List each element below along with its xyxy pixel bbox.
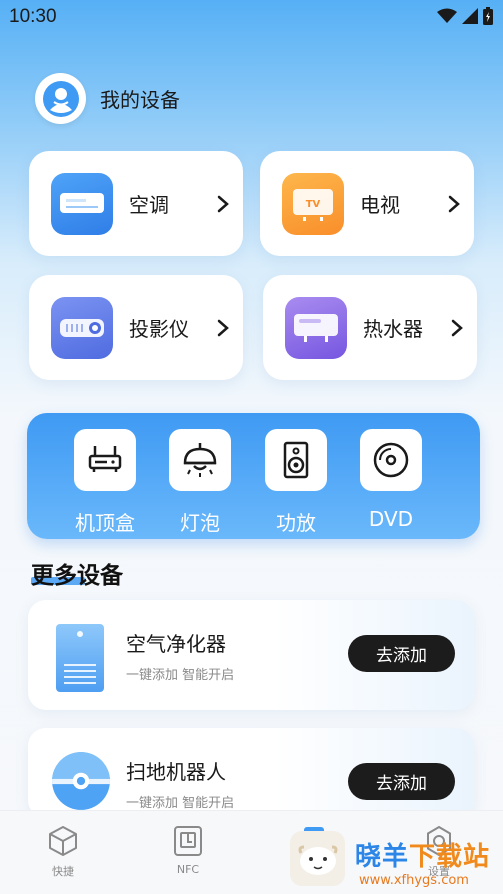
battery-icon	[483, 7, 493, 25]
tab-shortcut[interactable]: 快捷	[23, 825, 103, 879]
device-card-tv[interactable]: TV 电视	[260, 151, 474, 256]
air-conditioner-icon	[51, 172, 113, 235]
chevron-right-icon	[451, 319, 463, 336]
quick-device-label: DVD	[368, 507, 414, 531]
wifi-icon	[437, 8, 457, 23]
watermark-logo	[290, 831, 345, 886]
tv-icon: TV	[282, 172, 344, 235]
quick-device-panel: 机顶盒 灯泡 功放 DVD	[27, 413, 480, 539]
chevron-right-icon	[217, 319, 229, 336]
watermark-title-part1: 晓羊	[355, 842, 410, 872]
more-device-desc: 一键添加 智能开启	[126, 796, 235, 811]
device-label: 空调	[129, 193, 169, 217]
device-label: 电视	[360, 193, 400, 217]
quick-device-set-top-box[interactable]: 机顶盒	[60, 429, 150, 536]
header: 我的设备	[35, 73, 180, 124]
tab-nfc[interactable]: NFC	[148, 825, 228, 876]
robot-vacuum-icon	[52, 752, 110, 810]
watermark-title-part2: 下载站	[409, 842, 491, 872]
more-device-card-air-purifier: 空气净化器 一键添加 智能开启 去添加	[28, 600, 474, 710]
set-top-box-icon	[74, 429, 136, 491]
chevron-right-icon	[448, 195, 460, 212]
device-card-air-conditioner[interactable]: 空调	[29, 151, 243, 256]
status-bar: 10:30	[0, 0, 503, 34]
device-card-projector[interactable]: 投影仪	[29, 275, 243, 380]
watermark-url: www.xfhygs.com	[359, 873, 469, 888]
avatar[interactable]	[35, 73, 86, 124]
more-device-name: 空气净化器	[126, 632, 226, 656]
water-heater-icon	[285, 296, 347, 359]
speaker-icon	[265, 429, 327, 491]
add-device-button[interactable]: 去添加	[348, 763, 455, 800]
tab-label: 快捷	[52, 865, 74, 878]
chevron-right-icon	[217, 195, 229, 212]
device-card-water-heater[interactable]: 热水器	[263, 275, 477, 380]
add-device-button[interactable]: 去添加	[348, 635, 455, 672]
svg-text:TV: TV	[306, 199, 321, 210]
quick-device-label: 灯泡	[180, 511, 220, 535]
watermark: 晓羊下载站 www.xfhygs.com	[287, 826, 503, 894]
sheep-icon	[298, 845, 337, 875]
user-icon	[42, 80, 79, 117]
signal-icon	[462, 8, 478, 24]
status-time: 10:30	[9, 6, 57, 27]
lamp-icon	[169, 429, 231, 491]
quick-device-speaker[interactable]: 功放	[251, 429, 341, 536]
watermark-title: 晓羊下载站	[355, 836, 490, 873]
tab-label: NFC	[176, 863, 200, 876]
more-device-desc: 一键添加 智能开启	[126, 668, 235, 683]
more-device-card-robot-vacuum: 扫地机器人 一键添加 智能开启 去添加	[28, 728, 474, 818]
projector-icon	[51, 296, 113, 359]
more-device-name: 扫地机器人	[126, 760, 226, 784]
device-label: 投影仪	[129, 317, 189, 341]
quick-device-dvd[interactable]: DVD	[346, 429, 436, 531]
quick-device-lamp[interactable]: 灯泡	[155, 429, 245, 536]
section-title: 更多设备	[31, 563, 123, 589]
status-icons	[437, 7, 493, 25]
nfc-icon	[174, 826, 202, 856]
page-title: 我的设备	[100, 88, 180, 112]
cube-icon	[49, 826, 77, 856]
quick-device-label: 机顶盒	[75, 511, 135, 535]
quick-device-label: 功放	[276, 511, 316, 535]
disc-icon	[360, 429, 422, 491]
device-label: 热水器	[363, 317, 423, 341]
air-purifier-icon	[56, 624, 104, 692]
